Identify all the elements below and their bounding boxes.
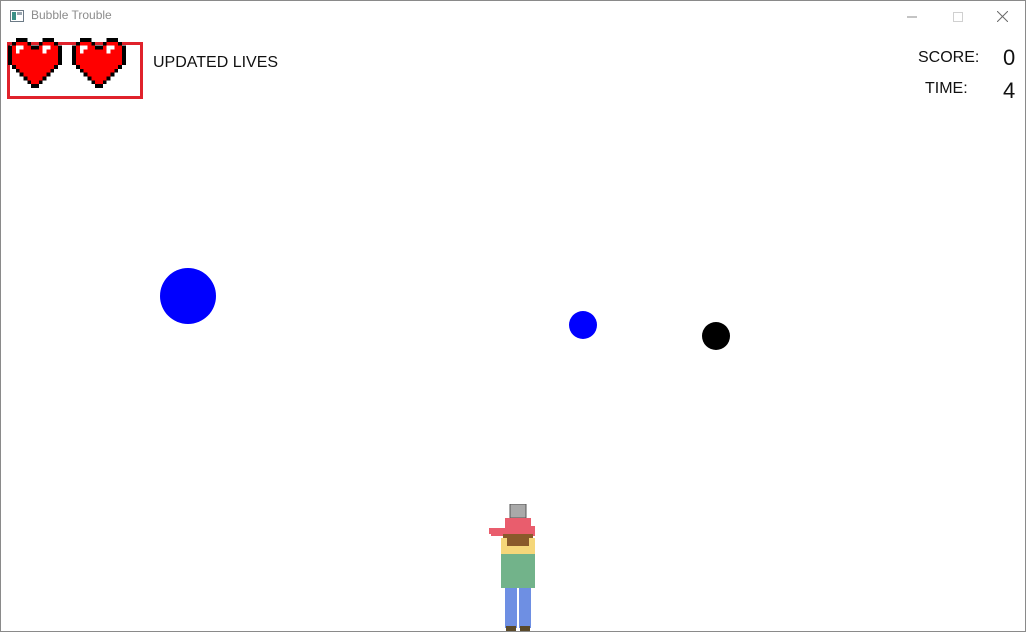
game-window: Bubble Trouble UPDATED LIVES SCORE: 0 TI… [0,0,1026,632]
maximize-button[interactable] [935,1,981,32]
minimize-button[interactable] [889,1,935,32]
score-value: 0 [1003,45,1016,70]
app-icon [10,9,24,22]
time-label: TIME: [925,80,968,97]
maximize-icon [953,11,963,22]
score-label: SCORE: [918,49,980,66]
lives-label: UPDATED LIVES [153,54,279,71]
game-canvas[interactable]: UPDATED LIVES SCORE: 0 TIME: 4 [1,32,1025,631]
ball-large [160,268,216,324]
ball-small-black [702,322,730,350]
player-character [489,504,535,631]
window-title: Bubble Trouble [31,8,112,22]
time-value: 4 [1003,78,1016,103]
heart-icon [72,38,126,88]
close-button[interactable] [979,1,1025,32]
title-bar[interactable]: Bubble Trouble [1,1,1025,32]
close-icon [996,11,1008,22]
heart-icon [8,38,62,88]
minimize-icon [907,16,917,17]
ball-small-blue [569,311,597,339]
